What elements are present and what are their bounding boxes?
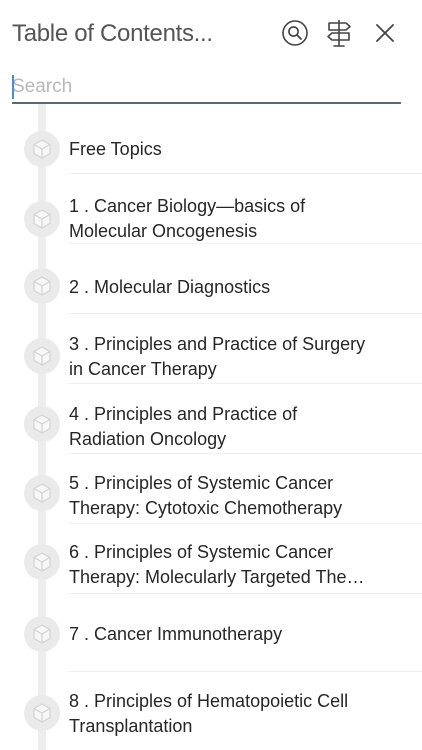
toc-item-label: 4 . Principles and Practice of Radiation…: [69, 404, 298, 449]
toc-node: [24, 131, 60, 167]
text-caret: [12, 75, 14, 99]
toc-item-chapter-4[interactable]: 4 . Principles and Practice of Radiation…: [0, 384, 422, 454]
search-input[interactable]: [12, 72, 401, 100]
toc-node: [24, 268, 60, 304]
cube-icon: [33, 139, 51, 159]
toc-item-label: 7 . Cancer Immunotherapy: [69, 624, 283, 644]
search-circle-icon: [282, 20, 308, 46]
toc-node: [24, 406, 60, 442]
toc-item-chapter-5[interactable]: 5 . Principles of Systemic Cancer Therap…: [0, 454, 422, 524]
cube-icon: [33, 276, 51, 296]
toc-node: [24, 695, 60, 731]
header: Table of Contents...: [0, 0, 422, 70]
page-title: Table of Contents...: [12, 20, 213, 47]
toc-item-label: Free Topics: [69, 139, 162, 159]
toc-node: [24, 544, 60, 580]
toc-node: [24, 616, 60, 652]
toc-node: [24, 338, 60, 374]
cube-icon: [33, 209, 51, 229]
toc-item-label: 6 . Principles of Systemic Cancer Therap…: [69, 542, 365, 587]
toc-item-label: 5 . Principles of Systemic Cancer Therap…: [69, 473, 343, 518]
cube-icon: [33, 552, 51, 572]
navigate-button[interactable]: [324, 18, 354, 48]
toc-item-label: 1 . Cancer Biology—basics of Molecular O…: [69, 196, 306, 241]
cube-icon: [33, 624, 51, 644]
signpost-icon: [327, 20, 351, 47]
toc-item-chapter-7[interactable]: 7 . Cancer Immunotherapy: [0, 594, 422, 672]
toc-item-free-topics[interactable]: Free Topics: [0, 104, 422, 174]
toc-item-label: 8 . Principles of Hematopoietic Cell Tra…: [69, 691, 349, 736]
close-icon: [376, 24, 394, 42]
toc-item-chapter-6[interactable]: 6 . Principles of Systemic Cancer Therap…: [0, 524, 422, 594]
toc-item-chapter-8[interactable]: 8 . Principles of Hematopoietic Cell Tra…: [0, 672, 422, 750]
cube-icon: [33, 414, 51, 434]
toc-item-chapter-3[interactable]: 3 . Principles and Practice of Surgery i…: [0, 314, 422, 384]
cube-icon: [33, 346, 51, 366]
cube-icon: [33, 703, 51, 723]
search-button[interactable]: [280, 18, 310, 48]
toc-node: [24, 475, 60, 511]
toc-item-label: 3 . Principles and Practice of Surgery i…: [69, 334, 366, 379]
toc-item-chapter-2[interactable]: 2 . Molecular Diagnostics: [0, 244, 422, 314]
close-button[interactable]: [370, 18, 400, 48]
toc-item-label: 2 . Molecular Diagnostics: [69, 277, 271, 297]
toc-node: [24, 201, 60, 237]
search-bar: [12, 72, 401, 104]
cube-icon: [33, 483, 51, 503]
toc-item-chapter-1[interactable]: 1 . Cancer Biology—basics of Molecular O…: [0, 174, 422, 244]
